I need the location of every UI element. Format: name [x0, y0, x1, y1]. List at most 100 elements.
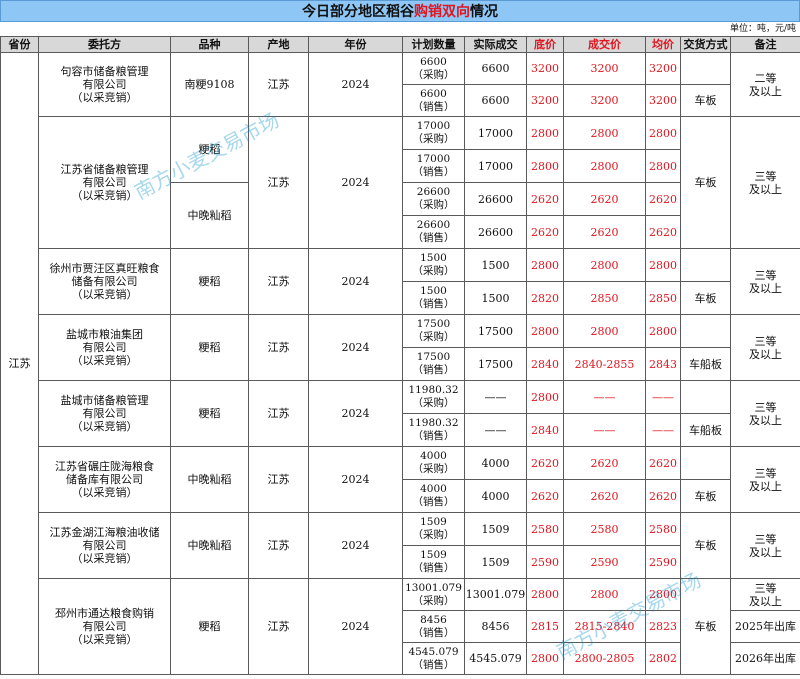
deal-price-cell: 3200: [563, 84, 646, 117]
actual-cell: 13001.079: [464, 578, 527, 611]
actual-cell: 1509: [464, 512, 527, 546]
avg-price-cell: ——: [645, 380, 681, 414]
plan-cell: 1500 （采购）: [402, 248, 465, 282]
header-province: 省份: [0, 36, 39, 53]
delivery-cell: 车板: [680, 84, 731, 117]
base-price-cell: 2800: [526, 578, 564, 611]
table-row: 邳州市通达粮食购销 有限公司 （以采竞销） 粳稻 江苏 2024 13001.0…: [1, 578, 800, 675]
deal-price-cell: 2800: [563, 149, 646, 183]
variety-cell: 粳稻: [170, 578, 249, 675]
delivery-cell: [680, 52, 731, 85]
header-plan: 计划数量: [402, 36, 465, 53]
header-avg-price: 均价: [645, 36, 681, 53]
plan-cell: 4000 （采购）: [402, 446, 465, 480]
table-row: 江苏 句容市储备粮管理 有限公司 （以采竞销） 南粳9108 江苏 2024 6…: [0, 52, 800, 675]
client-cell: 句容市储备粮管理 有限公司 （以采竞销）: [38, 52, 171, 117]
avg-price-cell: 2823: [645, 610, 681, 643]
delivery-cell: 车船板: [680, 347, 731, 381]
variety-cell: 粳稻: [170, 248, 249, 315]
variety-cell: 南粳9108: [170, 52, 249, 117]
actual-cell: 4000: [464, 446, 527, 480]
deal-price-cell: ——: [563, 413, 646, 447]
header-delivery: 交货方式: [680, 36, 731, 53]
origin-cell: 江苏: [248, 578, 309, 675]
variety-cell: 中晚籼稻: [170, 182, 249, 249]
delivery-cell: 车船板: [680, 413, 731, 447]
deal-price-cell: 2620: [563, 182, 646, 216]
actual-cell: 17000: [464, 116, 527, 150]
client-cell: 盐城市储备粮管理 有限公司 （以采竞销）: [38, 380, 171, 447]
plan-cell: 8456 （销售）: [402, 610, 465, 643]
header-deal-price: 成交价: [563, 36, 646, 53]
actual-cell: 1509: [464, 545, 527, 579]
avg-price-cell: 2620: [645, 182, 681, 216]
table-row: 江苏金湖江海粮油收储 有限公司 （以采竞销） 中晚籼稻 江苏 2024 1509…: [1, 512, 800, 579]
variety-cell: 中晚籼稻: [170, 512, 249, 579]
actual-cell: 1500: [464, 248, 527, 282]
avg-price-cell: 2802: [645, 642, 681, 675]
plan-cell: 1509 （销售）: [402, 545, 465, 579]
base-price-cell: 3200: [526, 84, 564, 117]
actual-cell: ——: [464, 380, 527, 414]
client-cell: 江苏省储备粮管理 有限公司 （以采竞销）: [38, 116, 171, 249]
actual-cell: 1500: [464, 281, 527, 315]
base-price-cell: 2620: [526, 446, 564, 480]
origin-cell: 江苏: [248, 116, 309, 249]
base-price-cell: 2800: [526, 314, 564, 348]
delivery-cell: 车板: [680, 281, 731, 315]
plan-cell: 11980.32 （采购）: [402, 380, 465, 414]
base-price-cell: 2840: [526, 413, 564, 447]
header-row: 省份 委托方 品种 产地 年份 计划数量 实际成交 底价 成交价 均价 交货方式…: [0, 36, 800, 53]
deal-price-cell: 3200: [563, 52, 646, 85]
plan-cell: 1509 （采购）: [402, 512, 465, 546]
actual-cell: 26600: [464, 215, 527, 249]
client-cell: 盐城市粮油集团 有限公司 （以采竞销）: [38, 314, 171, 381]
remark-cell: 三等 及以上: [730, 116, 800, 249]
delivery-cell: 车板: [680, 116, 731, 249]
remark-cell: 三等 及以上: [730, 314, 800, 381]
plan-cell: 1500 （销售）: [402, 281, 465, 315]
avg-price-cell: 2800: [645, 248, 681, 282]
avg-price-cell: 2590: [645, 545, 681, 579]
base-price-cell: 2620: [526, 182, 564, 216]
deal-price-cell: 2800: [563, 314, 646, 348]
deal-price-cell: 2620: [563, 215, 646, 249]
base-price-cell: 2800: [526, 248, 564, 282]
header-remark: 备注: [730, 36, 800, 53]
base-price-cell: 3200: [526, 52, 564, 85]
avg-price-cell: 2580: [645, 512, 681, 546]
header-client: 委托方: [38, 36, 171, 53]
table-row: 徐州市贾汪区真旺粮食 储备有限公司 （以采竞销） 粳稻 江苏 2024 1500…: [1, 248, 800, 315]
table-row: 江苏省碾庄陇海粮食 储备库有限公司 （以采竞销） 中晚籼稻 江苏 2024 40…: [1, 446, 800, 513]
origin-cell: 江苏: [248, 380, 309, 447]
origin-cell: 江苏: [248, 248, 309, 315]
deal-price-cell: 2815-2840: [563, 610, 646, 643]
avg-price-cell: 2620: [645, 215, 681, 249]
client-cell: 邳州市通达粮食购销 有限公司 （以采竞销）: [38, 578, 171, 675]
remark-cell: 三等 及以上: [730, 446, 800, 513]
avg-price-cell: 2800: [645, 314, 681, 348]
remark-cell: 三等 及以上: [730, 512, 800, 579]
actual-cell: 26600: [464, 182, 527, 216]
avg-price-cell: 2800: [645, 116, 681, 150]
remark-cell: 2025年出库: [730, 610, 800, 643]
table-row: 盐城市储备粮管理 有限公司 （以采竞销） 粳稻 江苏 2024 11980.32…: [1, 380, 800, 447]
header-actual: 实际成交: [464, 36, 527, 53]
avg-price-cell: 2800: [645, 149, 681, 183]
actual-cell: 17500: [464, 314, 527, 348]
header-year: 年份: [308, 36, 403, 53]
plan-cell: 17500 （销售）: [402, 347, 465, 381]
plan-cell: 4545.079 （销售）: [402, 642, 465, 675]
plan-cell: 4000 （销售）: [402, 479, 465, 513]
year-cell: 2024: [308, 52, 403, 117]
year-cell: 2024: [308, 248, 403, 315]
year-cell: 2024: [308, 512, 403, 579]
remark-cell: 2026年出库: [730, 642, 800, 675]
delivery-cell: [680, 446, 731, 480]
delivery-cell: 车板: [680, 578, 731, 675]
delivery-cell: 车板: [680, 479, 731, 513]
base-price-cell: 2590: [526, 545, 564, 579]
remark-cell: 三等 及以上: [730, 248, 800, 315]
table-row: 江苏省储备粮管理 有限公司 （以采竞销） 粳稻 江苏 2024 17000 （采…: [1, 116, 800, 249]
deal-price-cell: 2620: [563, 446, 646, 480]
